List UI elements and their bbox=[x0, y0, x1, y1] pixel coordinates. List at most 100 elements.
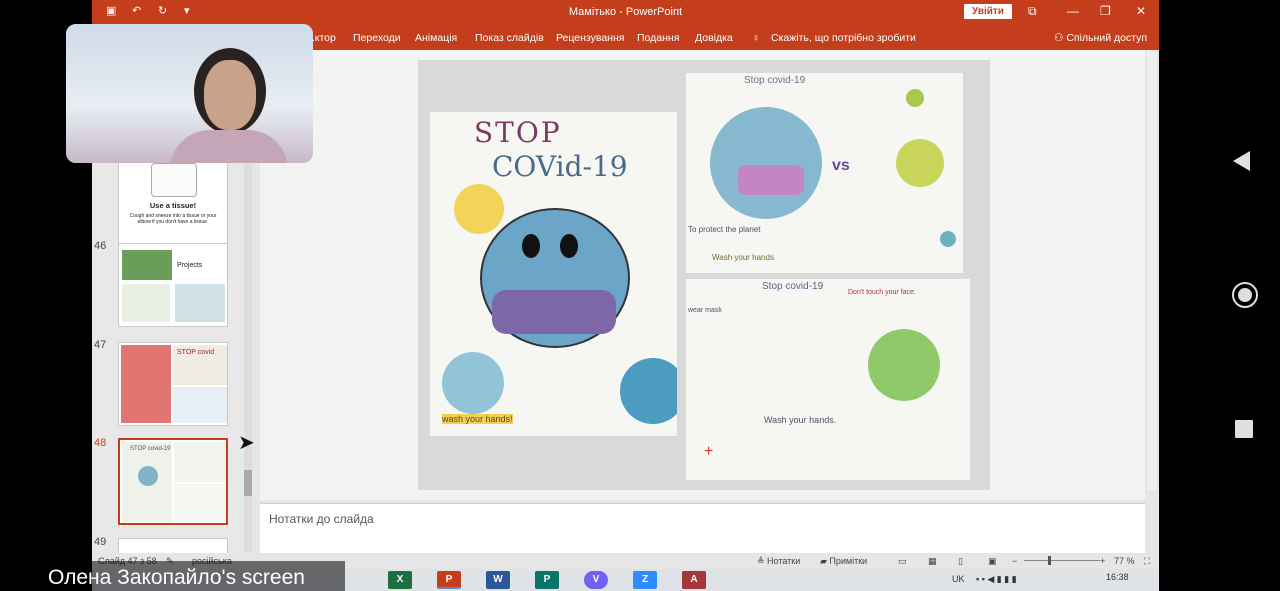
drawing-title-line1: STOP bbox=[474, 116, 562, 149]
tell-me-search[interactable]: Скажіть, що потрібно зробити bbox=[771, 32, 916, 44]
thumb-title: Use a tissue! bbox=[149, 201, 197, 210]
tray-icons[interactable]: ▪ ▪ ◀ ▮ ▮ ▮ bbox=[976, 574, 1017, 585]
tab-review[interactable]: Рецензування bbox=[556, 32, 624, 44]
slide-number: 49 bbox=[94, 536, 107, 548]
title-bar: ▣ ↶ ↻ ▾ Мамітько - PowerPoint Увійти ⧉ —… bbox=[92, 0, 1159, 24]
slide-scrollbar[interactable] bbox=[1147, 50, 1157, 490]
drawing-stop-covid-globe[interactable]: STOP COVid-19 wash your hands! bbox=[430, 112, 677, 436]
android-nav-bar bbox=[1209, 0, 1280, 591]
home-icon[interactable] bbox=[1232, 282, 1258, 308]
back-icon[interactable] bbox=[1233, 151, 1250, 171]
keyboard-language[interactable]: UK bbox=[952, 574, 965, 584]
slide-number: 46 bbox=[94, 240, 107, 252]
current-slide[interactable]: STOP COVid-19 wash your hands! Stop covi… bbox=[418, 60, 990, 490]
thumbnails-scrollbar[interactable] bbox=[244, 108, 252, 591]
tab-view[interactable]: Подання bbox=[637, 32, 679, 44]
publisher-icon[interactable]: P bbox=[535, 571, 559, 589]
tab-help[interactable]: Довідка bbox=[695, 32, 733, 44]
small-globe bbox=[620, 358, 677, 424]
lightbulb-icon: ♀ bbox=[752, 32, 760, 44]
drawing-caption: Don't touch your face. bbox=[848, 289, 916, 296]
drawing-title-line2: COVid-19 bbox=[492, 150, 628, 183]
face-mask bbox=[738, 165, 804, 195]
person-icon: ⚇ bbox=[1054, 32, 1067, 44]
thumb-photo bbox=[122, 250, 172, 280]
fit-slide-icon[interactable]: ⛶ bbox=[1144, 556, 1150, 567]
handwash-globe bbox=[442, 352, 504, 414]
drawing-caption: wear mask bbox=[688, 307, 722, 314]
minimize-icon[interactable]: — bbox=[1067, 4, 1079, 18]
notes-pane[interactable]: Нотатки до слайда bbox=[260, 503, 1145, 553]
thumb-title: STOP covid-19 bbox=[130, 446, 171, 452]
thumb-globe bbox=[138, 466, 158, 486]
scrollbar-thumb[interactable] bbox=[244, 470, 252, 496]
virus-drawing bbox=[896, 139, 944, 187]
reading-view-icon[interactable]: ▯ bbox=[958, 556, 963, 567]
thumb-photo bbox=[173, 387, 227, 423]
slide-thumbnail-49[interactable] bbox=[118, 538, 228, 554]
slide-sorter-icon[interactable]: ▦ bbox=[928, 556, 937, 567]
thumb-text: Cough and sneeze into a tissue or your e… bbox=[129, 213, 217, 225]
drawing-caption: To protect the planet bbox=[688, 225, 761, 234]
thumb-photo bbox=[122, 284, 170, 322]
zoom-out-icon[interactable]: − bbox=[1012, 556, 1017, 566]
plus-mark: + bbox=[704, 443, 714, 460]
face-mask bbox=[492, 290, 616, 334]
comment-icon: ▰ bbox=[820, 556, 830, 566]
close-icon[interactable]: ✕ bbox=[1136, 4, 1146, 18]
zoom-slider[interactable] bbox=[1024, 560, 1100, 561]
slide-number: 47 bbox=[94, 339, 107, 351]
notes-toggle-button[interactable]: ≜ Нотатки bbox=[757, 556, 800, 567]
notes-label: Нотатки bbox=[767, 556, 801, 566]
webcam-video bbox=[66, 24, 313, 163]
zoom-slider-thumb[interactable] bbox=[1048, 556, 1051, 565]
globe-eye bbox=[522, 234, 540, 258]
screen: ▣ ↶ ↻ ▾ Мамітько - PowerPoint Увійти ⧉ —… bbox=[0, 0, 1280, 591]
tab-animation[interactable]: Анімація bbox=[415, 32, 457, 44]
word-icon[interactable]: W bbox=[486, 571, 510, 589]
globe-with-mask bbox=[710, 107, 822, 219]
signin-button[interactable]: Увійти bbox=[964, 4, 1012, 19]
normal-view-icon[interactable]: ▭ bbox=[898, 556, 907, 567]
thumb-title: Projects bbox=[177, 262, 203, 269]
screen-share-label: Олена Закопайло's screen bbox=[40, 561, 345, 591]
notes-placeholder[interactable]: Нотатки до слайда bbox=[269, 512, 374, 526]
slide-thumbnail-47[interactable]: STOP covid bbox=[118, 342, 228, 426]
comments-toggle-button[interactable]: ▰ Примітки bbox=[820, 556, 867, 567]
access-icon[interactable]: A bbox=[682, 571, 706, 589]
clock[interactable]: 16:38 bbox=[1106, 572, 1129, 582]
recent-apps-icon[interactable] bbox=[1235, 420, 1253, 438]
slideshow-icon[interactable]: ▣ bbox=[988, 556, 997, 567]
zoom-icon[interactable]: Z bbox=[633, 571, 657, 589]
drawing-caption: wash your hands! bbox=[442, 414, 513, 424]
slide-editor[interactable]: STOP COVid-19 wash your hands! Stop covi… bbox=[260, 50, 1145, 500]
excel-icon[interactable]: X bbox=[388, 571, 412, 589]
small-globe bbox=[454, 184, 504, 234]
thumb-photo bbox=[175, 284, 225, 322]
notes-icon: ≜ bbox=[757, 556, 768, 566]
virus-drawing bbox=[906, 89, 924, 107]
thumb-title: STOP covid bbox=[177, 349, 215, 356]
zoom-in-icon[interactable]: + bbox=[1100, 556, 1105, 566]
powerpoint-icon[interactable]: P bbox=[437, 571, 461, 589]
zoom-level[interactable]: 77 % bbox=[1114, 556, 1135, 566]
drawing-caption: Wash your hands bbox=[712, 253, 774, 262]
slide-thumbnail-45[interactable]: Use a tissue! Cough and sneeze into a ti… bbox=[118, 160, 228, 244]
thumb-photo bbox=[174, 484, 226, 522]
ribbon-display-icon[interactable]: ⧉ bbox=[1028, 4, 1037, 19]
thumb-photo bbox=[121, 345, 171, 423]
slide-thumbnail-46[interactable]: Projects bbox=[118, 243, 228, 327]
drawing-globe-vs-virus[interactable]: Stop covid-19 vs To protect the planet W… bbox=[686, 73, 963, 273]
tab-transitions[interactable]: Переходи bbox=[353, 32, 401, 44]
drawing-caption: Wash your hands. bbox=[764, 415, 837, 425]
vs-label: vs bbox=[832, 157, 850, 174]
thumb-photo bbox=[174, 442, 226, 482]
maximize-icon[interactable]: ❐ bbox=[1100, 4, 1111, 18]
tab-slideshow[interactable]: Показ слайдів bbox=[475, 32, 544, 44]
globe-eye bbox=[560, 234, 578, 258]
drawing-virus-wash-hands[interactable]: Stop covid-19 Don't touch your face. wea… bbox=[686, 279, 970, 480]
slide-thumbnail-48[interactable]: STOP covid-19 bbox=[118, 438, 228, 525]
viber-icon[interactable]: V bbox=[584, 571, 608, 589]
share-button[interactable]: ⚇ Спільний доступ bbox=[1054, 32, 1147, 44]
virus-drawing bbox=[868, 329, 940, 401]
